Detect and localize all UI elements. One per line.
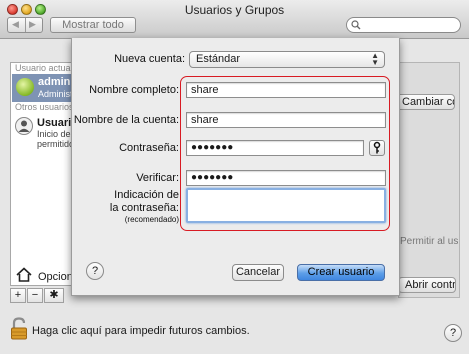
window-title: Usuarios y Grupos xyxy=(184,3,285,17)
new-account-label: Nueva cuenta: xyxy=(114,53,185,65)
lock-message[interactable]: Haga clic aquí para impedir futuros camb… xyxy=(32,325,250,337)
house-icon xyxy=(16,267,32,282)
open-parental-controls-button[interactable]: Abrir controles parentales... xyxy=(398,277,456,293)
password-hint-field[interactable] xyxy=(186,188,386,223)
avatar xyxy=(16,78,34,96)
preferences-window: Usuarios y Grupos ◀ ▶ Mostrar todo Usuar… xyxy=(0,0,469,354)
add-user-button[interactable]: + xyxy=(10,288,26,303)
hint-label-line1: Indicación de xyxy=(114,189,179,201)
change-password-button[interactable]: Cambiar contraseña... xyxy=(395,94,455,110)
hint-label-line2: la contraseña: xyxy=(109,202,179,214)
show-all-button[interactable]: Mostrar todo xyxy=(50,17,136,33)
title-bar: Usuarios y Grupos ◀ ▶ Mostrar todo xyxy=(0,0,469,39)
full-name-label: Nombre completo: xyxy=(89,84,179,96)
current-user-header: Usuario actual xyxy=(15,63,73,73)
new-account-sheet: Nueva cuenta: Estándar ▲ ▼ Nombre complet… xyxy=(71,38,400,296)
back-arrow-icon[interactable]: ◀ xyxy=(12,19,19,30)
help-button[interactable]: ? xyxy=(444,324,462,342)
cancel-button[interactable]: Cancelar xyxy=(232,264,284,281)
remove-user-button[interactable]: − xyxy=(27,288,43,303)
gear-icon[interactable]: ✱ xyxy=(44,288,64,303)
add-remove-bar: + − ✱ xyxy=(10,288,66,304)
key-icon xyxy=(373,141,381,154)
forward-arrow-icon[interactable]: ▶ xyxy=(29,19,36,30)
search-input[interactable] xyxy=(346,17,461,33)
popup-arrows-icon: ▲ ▼ xyxy=(371,51,379,67)
create-user-button[interactable]: Crear usuario xyxy=(297,264,385,281)
account-type-value: Estándar xyxy=(196,53,241,65)
password-field[interactable]: ●●●●●●● xyxy=(186,140,364,156)
account-name-field[interactable]: share xyxy=(186,112,386,128)
verify-password-field[interactable]: ●●●●●●● xyxy=(186,170,386,186)
back-forward-control[interactable]: ◀ ▶ xyxy=(7,17,43,33)
person-icon xyxy=(15,117,33,135)
search-icon xyxy=(351,20,361,30)
password-label: Contraseña: xyxy=(119,142,179,154)
password-assistant-button[interactable] xyxy=(369,140,385,156)
account-type-popup[interactable]: Estándar ▲ ▼ xyxy=(189,51,385,68)
lock-icon[interactable] xyxy=(10,317,28,341)
help-button[interactable]: ? xyxy=(86,262,104,280)
user-name: admin xyxy=(38,76,71,88)
verify-label: Verificar: xyxy=(136,172,179,184)
full-name-field[interactable]: share xyxy=(186,82,386,98)
apple-id-text: Permitir al usuario restablecer la contr… xyxy=(400,236,458,247)
account-name-label: Nombre de la cuenta: xyxy=(73,114,179,126)
hint-label-recommended: (recomendado) xyxy=(124,215,179,224)
other-users-header: Otros usuarios xyxy=(15,102,74,112)
